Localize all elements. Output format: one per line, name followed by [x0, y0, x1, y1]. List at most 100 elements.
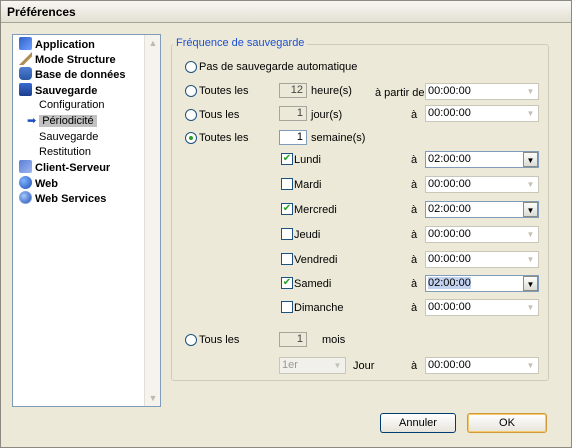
preferences-window: Préférences Application Mode Structure B…: [0, 0, 572, 448]
select-value: 00:00:00: [428, 85, 471, 97]
weeks-value-field[interactable]: 1: [279, 130, 307, 145]
sidebar-item-label: Restitution: [39, 146, 91, 158]
cancel-button[interactable]: Annuler: [380, 413, 456, 433]
web-services-icon: [19, 191, 32, 204]
chevron-down-icon[interactable]: ▼: [523, 106, 538, 121]
sidebar-item-client-server[interactable]: Client-Serveur: [19, 160, 110, 175]
sidebar-item-restore[interactable]: Restitution: [39, 145, 91, 160]
weekday-at-label: à: [411, 254, 418, 266]
sidebar-item-periodicity[interactable]: ➡ Périodicité: [27, 114, 97, 129]
ok-button[interactable]: OK: [467, 413, 547, 433]
chevron-down-icon[interactable]: ▼: [523, 252, 538, 267]
select-value: 00:00:00: [428, 178, 471, 190]
client-server-icon: [19, 160, 32, 173]
sidebar-item-label: Sauvegarde: [35, 85, 98, 97]
chevron-down-icon[interactable]: ▼: [523, 152, 538, 167]
chevron-down-icon[interactable]: ▼: [523, 177, 538, 192]
chevron-down-icon[interactable]: ▼: [523, 227, 538, 242]
chevron-down-icon[interactable]: ▼: [523, 358, 538, 373]
weekday-time-select[interactable]: 00:00:00 ▼: [425, 299, 539, 316]
select-value: 00:00:00: [428, 228, 471, 240]
weekday-time-select[interactable]: 02:00:00 ▼: [425, 151, 539, 168]
chevron-down-icon[interactable]: ▼: [523, 84, 538, 99]
weekday-at-label: à: [411, 179, 418, 191]
scroll-up-icon[interactable]: ▲: [146, 36, 160, 50]
months-value-field[interactable]: 1: [279, 332, 307, 347]
weekday-checkbox[interactable]: [281, 301, 293, 313]
select-value: 00:00:00: [428, 301, 471, 313]
sidebar-item-label: Configuration: [39, 99, 105, 111]
sidebar-tree: Application Mode Structure Base de donné…: [12, 34, 161, 407]
sidebar-item-label: Mode Structure: [35, 54, 116, 66]
weekday-label: Mercredi: [294, 204, 337, 216]
sidebar-item-application[interactable]: Application: [19, 37, 95, 52]
days-value-field[interactable]: 1: [279, 106, 307, 121]
weeks-radio[interactable]: [185, 132, 197, 144]
weekday-time-select[interactable]: 00:00:00 ▼: [425, 226, 539, 243]
weekday-checkbox[interactable]: [281, 178, 293, 190]
month-day-label: Jour: [353, 360, 375, 372]
select-value: 1er: [282, 359, 298, 371]
sidebar-item-database[interactable]: Base de données: [19, 67, 125, 82]
weekday-checkbox[interactable]: [281, 253, 293, 265]
hours-value-field[interactable]: 12: [279, 83, 307, 98]
weekday-checkbox[interactable]: [281, 228, 293, 240]
arrow-right-icon: ➡: [27, 115, 37, 127]
months-at-label: à: [411, 360, 418, 372]
weeks-label: Toutes les: [199, 132, 249, 144]
application-icon: [19, 37, 32, 50]
sidebar-item-configuration[interactable]: Configuration: [39, 98, 104, 113]
hours-unit: heure(s): [311, 85, 352, 97]
sidebar-scrollbar[interactable]: ▲ ▼: [144, 35, 160, 406]
sidebar-item-web-services[interactable]: Web Services: [19, 191, 106, 206]
no-backup-radio[interactable]: [185, 61, 197, 73]
weeks-unit: semaine(s): [311, 132, 366, 144]
weekday-time-select[interactable]: 02:00:00 ▼: [425, 201, 539, 218]
weekday-at-label: à: [411, 302, 418, 314]
weekday-label: Lundi: [294, 154, 321, 166]
sidebar-item-web[interactable]: Web: [19, 176, 58, 191]
days-at-label: à: [411, 109, 418, 121]
months-radio[interactable]: [185, 334, 197, 346]
weekday-label: Samedi: [294, 278, 332, 290]
chevron-down-icon[interactable]: ▼: [523, 300, 538, 315]
title-bar[interactable]: Préférences: [1, 1, 571, 23]
days-radio[interactable]: [185, 109, 197, 121]
month-day-select[interactable]: 1er ▼: [279, 357, 346, 374]
months-label: Tous les: [199, 334, 240, 346]
weekday-checkbox[interactable]: ✔: [281, 203, 293, 215]
sidebar-item-mode-structure[interactable]: Mode Structure: [19, 52, 116, 67]
chevron-down-icon[interactable]: ▼: [523, 276, 538, 291]
weekday-checkbox[interactable]: ✔: [281, 277, 293, 289]
hours-label: Toutes les: [199, 85, 249, 97]
hours-time-select[interactable]: 00:00:00 ▼: [425, 83, 539, 100]
select-value: 00:00:00: [428, 107, 471, 119]
weekday-time-select[interactable]: 00:00:00 ▼: [425, 176, 539, 193]
group-title: Fréquence de sauvegarde: [173, 37, 308, 49]
weekday-at-label: à: [411, 204, 418, 216]
days-time-select[interactable]: 00:00:00 ▼: [425, 105, 539, 122]
sidebar-item-label: Base de données: [35, 69, 126, 81]
weekday-at-label: à: [411, 154, 418, 166]
weekday-label: Vendredi: [294, 254, 338, 266]
weekday-checkbox[interactable]: ✔: [281, 153, 293, 165]
sidebar-item-label: Web Services: [35, 193, 107, 205]
sidebar-item-label: Web: [35, 178, 59, 190]
select-value: 02:00:00: [428, 153, 471, 165]
weekday-time-select[interactable]: 02:00:00 ▼: [425, 275, 539, 292]
months-unit: mois: [322, 334, 346, 346]
days-label: Tous les: [199, 109, 240, 121]
structure-icon: [19, 52, 32, 65]
sidebar-item-backup[interactable]: Sauvegarde: [19, 83, 97, 98]
weekday-at-label: à: [411, 229, 418, 241]
weekday-label: Jeudi: [294, 229, 321, 241]
chevron-down-icon[interactable]: ▼: [523, 202, 538, 217]
sidebar-item-label: Client-Serveur: [35, 162, 111, 174]
scroll-down-icon[interactable]: ▼: [146, 391, 160, 405]
weekday-time-select[interactable]: 00:00:00 ▼: [425, 251, 539, 268]
months-time-select[interactable]: 00:00:00 ▼: [425, 357, 539, 374]
chevron-down-icon[interactable]: ▼: [330, 358, 345, 373]
sidebar-item-label: Périodicité: [39, 115, 97, 127]
hours-radio[interactable]: [185, 85, 197, 97]
sidebar-item-backup-sub[interactable]: Sauvegarde: [39, 130, 98, 145]
